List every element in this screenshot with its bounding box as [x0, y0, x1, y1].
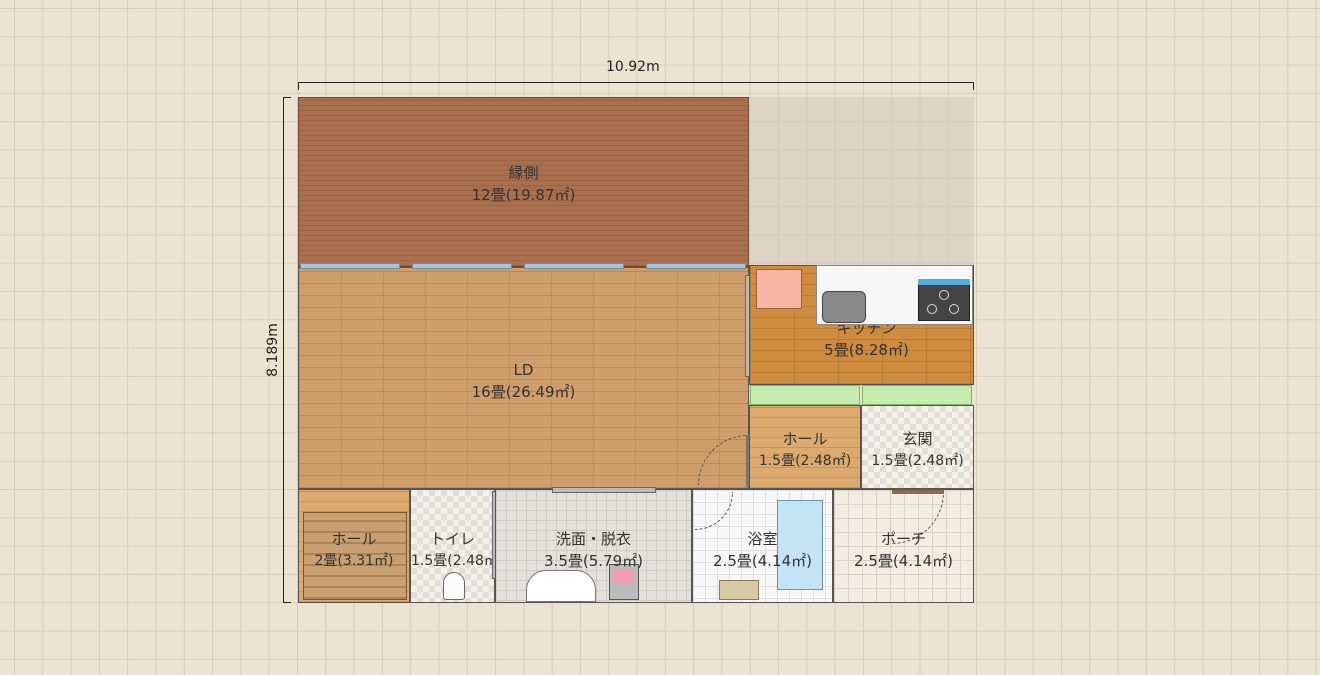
room-ld[interactable]: LD 16畳(26.49㎡) — [298, 267, 749, 489]
genkan-name: 玄関 — [902, 430, 933, 448]
storage-right — [862, 385, 972, 405]
kitchen-area: 5畳(8.28㎡) — [824, 341, 909, 359]
window-4[interactable] — [646, 263, 746, 269]
ld-name: LD — [513, 361, 534, 379]
room-genkan[interactable]: 玄関 1.5畳(2.48㎡) — [861, 405, 974, 489]
height-dimension-label: 8.189m — [264, 323, 281, 377]
toilet-area: 1.5畳(2.48㎡) — [411, 553, 504, 569]
stove-hood-icon — [918, 279, 970, 285]
storage-left — [750, 385, 860, 405]
door-swing-bath[interactable] — [695, 492, 733, 530]
washroom-name: 洗面・脱衣 — [555, 530, 631, 548]
ld-area: 16畳(26.49㎡) — [471, 383, 576, 401]
window-2[interactable] — [412, 263, 512, 269]
engawa-area: 12畳(19.87㎡) — [471, 186, 576, 204]
width-dimension-line — [298, 82, 974, 90]
porch-name: ポーチ — [880, 530, 926, 548]
porch-area: 2.5畳(4.14㎡) — [854, 552, 953, 570]
hall-mid-area: 1.5畳(2.48㎡) — [758, 453, 852, 469]
room-engawa[interactable]: 縁側 12畳(19.87㎡) — [298, 97, 749, 267]
washbasin-icon — [526, 570, 596, 602]
stove-icon — [918, 283, 970, 321]
washroom-area: 3.5畳(5.79㎡) — [544, 552, 643, 570]
genkan-area: 1.5畳(2.48㎡) — [871, 453, 964, 469]
sink-icon — [822, 291, 866, 323]
door-leaf-ld — [746, 435, 749, 487]
toilet-icon — [443, 572, 465, 600]
engawa-name: 縁側 — [508, 164, 539, 182]
bathroom-area: 2.5畳(4.14㎡) — [713, 552, 812, 570]
height-dimension-line — [283, 97, 291, 603]
floor-plan[interactable]: 縁側 12畳(19.87㎡) LD 16畳(26.49㎡) キッチン 5畳(8.… — [298, 97, 974, 603]
hall-stair-name: ホール — [331, 530, 377, 548]
room-washroom[interactable]: 洗面・脱衣 3.5畳(5.79㎡) — [495, 489, 692, 603]
room-hall-stair[interactable]: ホール 2畳(3.31㎡) — [298, 489, 410, 603]
faucet-icon — [719, 580, 759, 600]
window-1[interactable] — [300, 263, 400, 269]
room-porch[interactable]: ポーチ 2.5畳(4.14㎡) — [833, 489, 974, 603]
room-bathroom[interactable]: 浴室 2.5畳(4.14㎡) — [692, 489, 833, 603]
hall-mid-name: ホール — [782, 430, 828, 448]
room-hall-mid[interactable]: ホール 1.5畳(2.48㎡) — [749, 405, 861, 489]
window-3[interactable] — [524, 263, 624, 269]
bathroom-name: 浴室 — [747, 530, 778, 548]
refrigerator-icon — [756, 269, 802, 309]
entrance-door[interactable] — [892, 490, 944, 494]
hall-stair-area: 2畳(3.31㎡) — [314, 553, 394, 569]
width-dimension-label: 10.92m — [606, 59, 660, 75]
toilet-name: トイレ — [429, 530, 475, 548]
room-toilet[interactable]: トイレ 1.5畳(2.48㎡) — [410, 489, 504, 603]
washroom-door[interactable] — [552, 487, 656, 493]
outdoor-area — [748, 97, 974, 265]
